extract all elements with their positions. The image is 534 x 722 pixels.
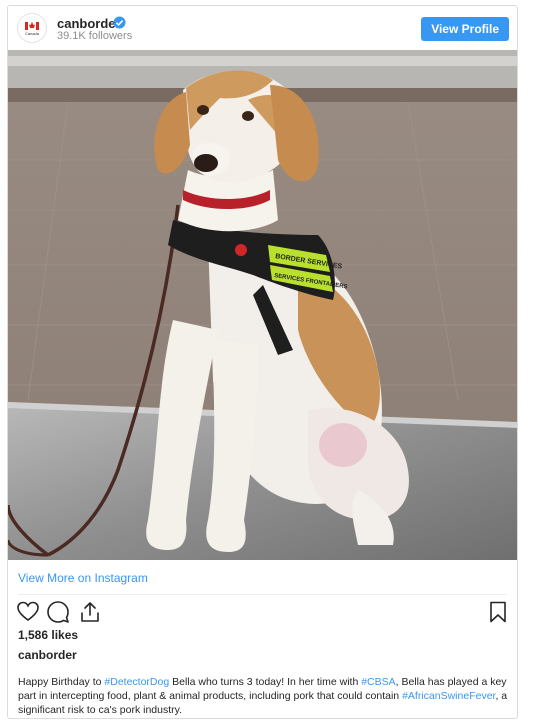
bookmark-icon[interactable]	[486, 600, 510, 624]
caption-text: Happy Birthday to	[18, 676, 105, 688]
divider	[18, 594, 507, 595]
hashtag-link[interactable]: #CBSA	[361, 676, 395, 688]
share-icon[interactable]	[78, 600, 102, 624]
view-more-link[interactable]: View More on Instagram	[18, 571, 148, 585]
header-username[interactable]: canborder	[57, 16, 121, 31]
post-caption: Happy Birthday to #DetectorDog Bella who…	[18, 675, 508, 717]
hashtag-link[interactable]: #AfricanSwineFever	[402, 690, 495, 702]
heart-icon[interactable]	[16, 600, 40, 624]
verified-badge-icon	[113, 16, 126, 29]
hashtag-link[interactable]: #DetectorDog	[104, 676, 169, 688]
caption-text: Bella who turns 3 today! In her time wit…	[169, 676, 362, 688]
like-count: 1,586 likes	[18, 628, 79, 642]
comment-icon[interactable]	[46, 600, 70, 624]
post-image[interactable]: BORDER SERVICES SERVICES FRONTALIERS	[8, 50, 517, 560]
post-header: Canada canborder 39.1K followers View Pr…	[8, 6, 517, 50]
instagram-embed-card: Canada canborder 39.1K followers View Pr…	[7, 5, 518, 719]
avatar-text: Canada	[25, 31, 40, 36]
view-profile-button[interactable]: View Profile	[421, 17, 509, 41]
post-owner[interactable]: canborder	[18, 648, 77, 662]
follower-count: 39.1K followers	[57, 30, 133, 42]
dog-photo: BORDER SERVICES SERVICES FRONTALIERS	[8, 50, 517, 560]
profile-avatar[interactable]: Canada	[17, 13, 47, 43]
action-bar	[16, 600, 510, 624]
